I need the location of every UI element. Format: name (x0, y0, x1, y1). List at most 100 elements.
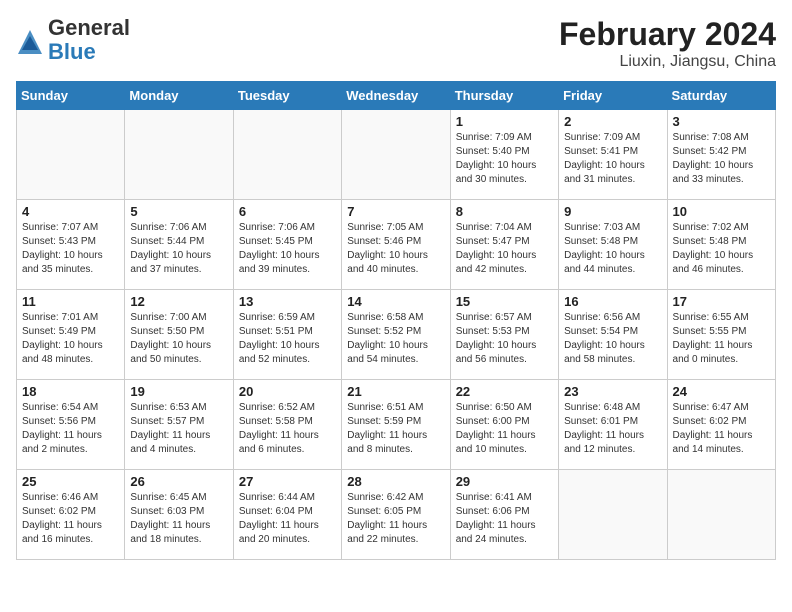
weekday-header-sunday: Sunday (17, 82, 125, 110)
calendar-title: February 2024 (559, 16, 776, 53)
day-info: Sunrise: 6:48 AM Sunset: 6:01 PM Dayligh… (564, 401, 661, 457)
calendar-cell (667, 470, 775, 560)
logo-blue: Blue (48, 40, 130, 64)
calendar-cell (342, 110, 450, 200)
day-info: Sunrise: 6:45 AM Sunset: 6:03 PM Dayligh… (130, 491, 227, 547)
day-info: Sunrise: 6:55 AM Sunset: 5:55 PM Dayligh… (673, 311, 770, 367)
weekday-header-wednesday: Wednesday (342, 82, 450, 110)
day-info: Sunrise: 7:06 AM Sunset: 5:44 PM Dayligh… (130, 221, 227, 277)
day-number: 18 (22, 384, 119, 399)
weekday-header-saturday: Saturday (667, 82, 775, 110)
calendar-cell: 27Sunrise: 6:44 AM Sunset: 6:04 PM Dayli… (233, 470, 341, 560)
day-info: Sunrise: 6:56 AM Sunset: 5:54 PM Dayligh… (564, 311, 661, 367)
calendar-cell: 14Sunrise: 6:58 AM Sunset: 5:52 PM Dayli… (342, 290, 450, 380)
day-number: 7 (347, 204, 444, 219)
week-row-5: 25 Sunrise: 6:46 AM Sunset: 6:02 PM Dayli… (17, 470, 776, 560)
calendar-cell: 13 Sunrise: 6:59 AM Sunset: 5:51 PM Dayli… (233, 290, 341, 380)
calendar-cell (125, 110, 233, 200)
calendar-cell: 9 Sunrise: 7:03 AM Sunset: 5:48 PM Daylig… (559, 200, 667, 290)
day-number: 1 (456, 114, 553, 129)
day-number: 16 (564, 294, 661, 309)
day-number: 28 (347, 474, 444, 489)
weekday-header-monday: Monday (125, 82, 233, 110)
weekday-header-tuesday: Tuesday (233, 82, 341, 110)
day-info: Sunrise: 7:04 AM Sunset: 5:47 PM Dayligh… (456, 221, 553, 277)
logo: General Blue (16, 16, 130, 64)
day-info: Sunrise: 6:46 AM Sunset: 6:02 PM Dayligh… (22, 491, 119, 547)
day-info: Sunrise: 7:07 AM Sunset: 5:43 PM Dayligh… (22, 221, 119, 277)
calendar-cell: 1 Sunrise: 7:09 AM Sunset: 5:40 PM Daylig… (450, 110, 558, 200)
calendar-cell: 21Sunrise: 6:51 AM Sunset: 5:59 PM Dayli… (342, 380, 450, 470)
day-number: 12 (130, 294, 227, 309)
day-number: 19 (130, 384, 227, 399)
logo-text: General Blue (48, 16, 130, 64)
week-row-4: 18 Sunrise: 6:54 AM Sunset: 5:56 PM Dayli… (17, 380, 776, 470)
day-number: 8 (456, 204, 553, 219)
day-info: Sunrise: 6:59 AM Sunset: 5:51 PM Dayligh… (239, 311, 336, 367)
calendar-cell: 2 Sunrise: 7:09 AM Sunset: 5:41 PM Daylig… (559, 110, 667, 200)
calendar-cell: 15 Sunrise: 6:57 AM Sunset: 5:53 PM Dayli… (450, 290, 558, 380)
day-info: Sunrise: 6:52 AM Sunset: 5:58 PM Dayligh… (239, 401, 336, 457)
day-number: 6 (239, 204, 336, 219)
day-number: 26 (130, 474, 227, 489)
week-row-1: 1 Sunrise: 7:09 AM Sunset: 5:40 PM Daylig… (17, 110, 776, 200)
calendar-cell: 12 Sunrise: 7:00 AM Sunset: 5:50 PM Dayli… (125, 290, 233, 380)
day-number: 11 (22, 294, 119, 309)
calendar-cell: 17 Sunrise: 6:55 AM Sunset: 5:55 PM Dayli… (667, 290, 775, 380)
day-number: 17 (673, 294, 770, 309)
title-block: February 2024 Liuxin, Jiangsu, China (559, 16, 776, 71)
day-number: 15 (456, 294, 553, 309)
logo-general: General (48, 16, 130, 40)
day-info: Sunrise: 6:42 AM Sunset: 6:05 PM Dayligh… (347, 491, 444, 547)
day-info: Sunrise: 6:47 AM Sunset: 6:02 PM Dayligh… (673, 401, 770, 457)
calendar-cell: 8 Sunrise: 7:04 AM Sunset: 5:47 PM Daylig… (450, 200, 558, 290)
calendar-cell: 24Sunrise: 6:47 AM Sunset: 6:02 PM Dayli… (667, 380, 775, 470)
day-info: Sunrise: 7:09 AM Sunset: 5:40 PM Dayligh… (456, 131, 553, 187)
day-number: 4 (22, 204, 119, 219)
day-info: Sunrise: 6:41 AM Sunset: 6:06 PM Dayligh… (456, 491, 553, 547)
day-info: Sunrise: 6:51 AM Sunset: 5:59 PM Dayligh… (347, 401, 444, 457)
day-info: Sunrise: 7:02 AM Sunset: 5:48 PM Dayligh… (673, 221, 770, 277)
day-info: Sunrise: 7:09 AM Sunset: 5:41 PM Dayligh… (564, 131, 661, 187)
day-number: 9 (564, 204, 661, 219)
day-info: Sunrise: 6:54 AM Sunset: 5:56 PM Dayligh… (22, 401, 119, 457)
week-row-2: 4 Sunrise: 7:07 AM Sunset: 5:43 PM Daylig… (17, 200, 776, 290)
day-info: Sunrise: 6:57 AM Sunset: 5:53 PM Dayligh… (456, 311, 553, 367)
calendar-cell: 28 Sunrise: 6:42 AM Sunset: 6:05 PM Dayli… (342, 470, 450, 560)
day-number: 23 (564, 384, 661, 399)
calendar-cell: 18 Sunrise: 6:54 AM Sunset: 5:56 PM Dayli… (17, 380, 125, 470)
calendar-cell (559, 470, 667, 560)
day-number: 22 (456, 384, 553, 399)
day-info: Sunrise: 7:08 AM Sunset: 5:42 PM Dayligh… (673, 131, 770, 187)
day-info: Sunrise: 7:03 AM Sunset: 5:48 PM Dayligh… (564, 221, 661, 277)
day-number: 10 (673, 204, 770, 219)
calendar-cell: 19 Sunrise: 6:53 AM Sunset: 5:57 PM Dayli… (125, 380, 233, 470)
day-number: 13 (239, 294, 336, 309)
day-number: 14 (347, 294, 444, 309)
calendar-cell: 23 Sunrise: 6:48 AM Sunset: 6:01 PM Dayli… (559, 380, 667, 470)
calendar-cell: 16 Sunrise: 6:56 AM Sunset: 5:54 PM Dayli… (559, 290, 667, 380)
weekday-header-friday: Friday (559, 82, 667, 110)
day-number: 2 (564, 114, 661, 129)
calendar-cell: 25 Sunrise: 6:46 AM Sunset: 6:02 PM Dayli… (17, 470, 125, 560)
calendar-subtitle: Liuxin, Jiangsu, China (559, 53, 776, 71)
day-info: Sunrise: 7:05 AM Sunset: 5:46 PM Dayligh… (347, 221, 444, 277)
logo-icon (16, 28, 44, 56)
calendar-cell: 11 Sunrise: 7:01 AM Sunset: 5:49 PM Dayli… (17, 290, 125, 380)
day-info: Sunrise: 7:00 AM Sunset: 5:50 PM Dayligh… (130, 311, 227, 367)
calendar-cell: 3Sunrise: 7:08 AM Sunset: 5:42 PM Daylig… (667, 110, 775, 200)
day-number: 29 (456, 474, 553, 489)
day-number: 5 (130, 204, 227, 219)
calendar-cell: 29 Sunrise: 6:41 AM Sunset: 6:06 PM Dayli… (450, 470, 558, 560)
calendar-cell: 4 Sunrise: 7:07 AM Sunset: 5:43 PM Daylig… (17, 200, 125, 290)
calendar-cell: 6Sunrise: 7:06 AM Sunset: 5:45 PM Daylig… (233, 200, 341, 290)
day-info: Sunrise: 7:01 AM Sunset: 5:49 PM Dayligh… (22, 311, 119, 367)
weekday-header-row: SundayMondayTuesdayWednesdayThursdayFrid… (17, 82, 776, 110)
page-header: General Blue February 2024 Liuxin, Jiang… (16, 16, 776, 71)
day-info: Sunrise: 6:53 AM Sunset: 5:57 PM Dayligh… (130, 401, 227, 457)
day-number: 25 (22, 474, 119, 489)
day-info: Sunrise: 6:50 AM Sunset: 6:00 PM Dayligh… (456, 401, 553, 457)
day-number: 20 (239, 384, 336, 399)
calendar-cell: 10 Sunrise: 7:02 AM Sunset: 5:48 PM Dayli… (667, 200, 775, 290)
calendar-table: SundayMondayTuesdayWednesdayThursdayFrid… (16, 81, 776, 560)
